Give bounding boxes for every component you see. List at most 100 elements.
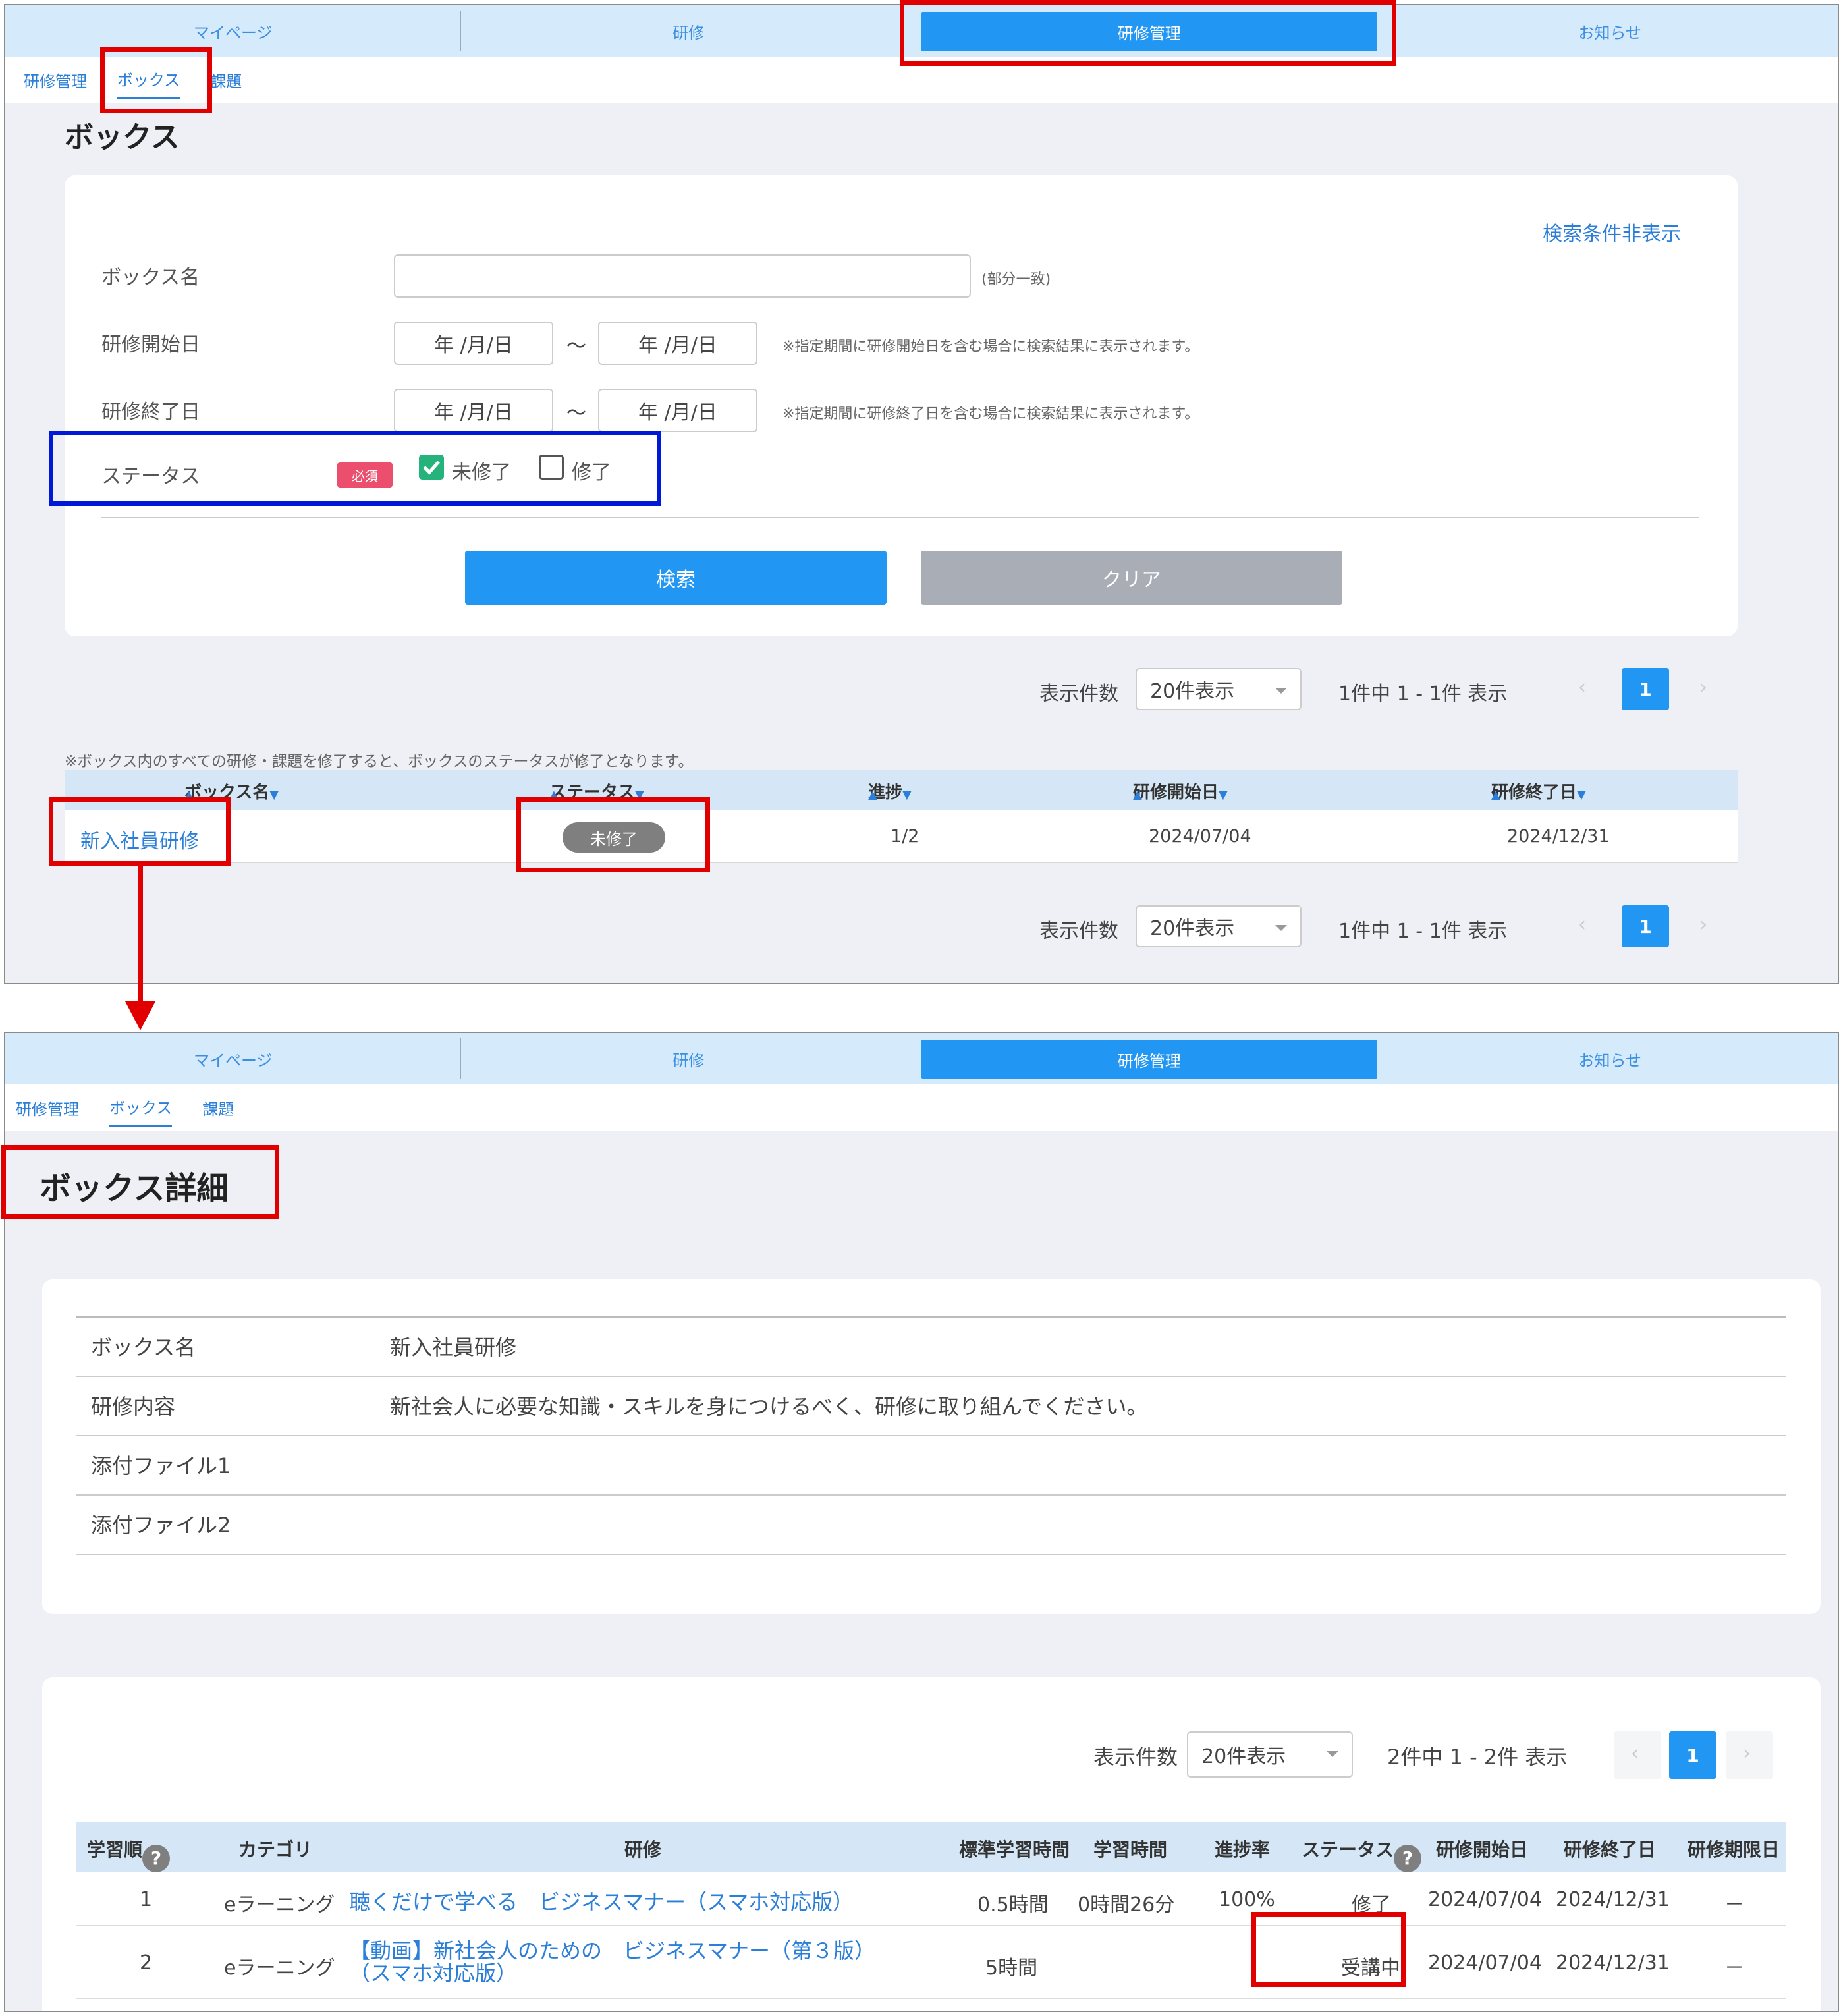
box-info-card: ボックス名 新入社員研修 研修内容 新社会人に必要な知識・スキルを身につけるべく… [42, 1279, 1821, 1614]
col-category: カテゴリ [238, 1839, 313, 1861]
tab-training[interactable]: 研修 [461, 1033, 917, 1084]
page-button[interactable]: 1 [1622, 668, 1669, 710]
rate-value: 100% [1219, 1888, 1275, 1911]
col-order: 学習順 ? [87, 1835, 171, 1872]
sort-up-icon: ▲ [1133, 788, 1142, 802]
subnav-training-management[interactable]: 研修管理 [24, 62, 87, 98]
highlight-row-status [1251, 1912, 1406, 1987]
end-date-from-placeholder: 年 /月/日 [434, 401, 513, 424]
order-value: 1 [140, 1888, 153, 1911]
prev-page-icon[interactable]: ‹ [1578, 676, 1586, 699]
tab-notices[interactable]: お知らせ [1383, 5, 1838, 57]
per-page-value: 20件表示 [1150, 917, 1235, 940]
time-value: 0時間26分 [1078, 1893, 1175, 1917]
next-page-icon[interactable]: › [1699, 913, 1707, 936]
col-deadline: 研修期限日 [1688, 1839, 1780, 1861]
help-icon[interactable]: ? [142, 1845, 171, 1872]
chevron-down-icon [1275, 688, 1287, 694]
highlight-detail-title [1, 1145, 279, 1219]
range-text: 1件中 1 - 1件 表示 [1338, 920, 1508, 943]
col-training: 研修 [624, 1839, 662, 1861]
chevron-down-icon [1327, 1751, 1338, 1757]
search-button[interactable]: 検索 [465, 551, 887, 605]
col-end-date-label: 研修終了日 [1491, 783, 1578, 802]
tab-mypage[interactable]: マイページ [5, 1033, 461, 1084]
col-start-date[interactable]: ▲ 研修開始日 ▼ [1133, 779, 1228, 803]
highlight-status-badge [516, 797, 710, 872]
highlight-tab-management [900, 0, 1396, 66]
end-date-to-placeholder: 年 /月/日 [638, 401, 717, 424]
end-date-from[interactable]: 年 /月/日 [394, 389, 553, 432]
subnav-assignments[interactable]: 課題 [202, 1090, 234, 1126]
label-box-name: ボックス名 [101, 266, 200, 289]
training-link-cont[interactable]: （スマホ対応版） [349, 1957, 517, 1987]
box-name-input[interactable] [394, 254, 971, 298]
next-page-icon: › [1743, 1742, 1751, 1765]
subnav-training-management[interactable]: 研修管理 [16, 1090, 79, 1126]
tilde: ～ [566, 335, 586, 358]
training-list-card: 表示件数 20件表示 2件中 1 - 2件 表示 ‹ 1 › 学習順 ? カテゴ… [42, 1677, 1821, 2011]
info-label: 添付ファイル2 [91, 1513, 231, 1538]
progress-value: 1/2 [891, 826, 920, 847]
end-date-to[interactable]: 年 /月/日 [598, 389, 757, 432]
sort-down-icon: ▼ [269, 788, 279, 802]
tab-mypage[interactable]: マイページ [5, 5, 461, 57]
highlight-subnav-box [100, 47, 212, 113]
per-page-value: 20件表示 [1201, 1745, 1286, 1768]
end-date-note: ※指定期間に研修終了日を含む場合に検索結果に表示されます。 [782, 406, 1199, 422]
sort-up-icon: ▲ [1491, 788, 1500, 802]
page-button[interactable]: 1 [1669, 1731, 1716, 1779]
status-rule-note: ※ボックス内のすべての研修・課題を修了すると、ボックスのステータスが修了となりま… [65, 753, 694, 770]
range-text: 1件中 1 - 1件 表示 [1338, 683, 1508, 706]
per-page-label: 表示件数 [1093, 1745, 1178, 1770]
next-page-icon[interactable]: › [1699, 676, 1707, 699]
toggle-search-link[interactable]: 検索条件非表示 [1543, 217, 1681, 246]
col-time: 学習時間 [1093, 1839, 1168, 1861]
per-page-select[interactable]: 20件表示 [1187, 1731, 1353, 1778]
page-button[interactable]: 1 [1622, 905, 1669, 947]
next-page-button[interactable]: › [1726, 1731, 1773, 1779]
tab-training[interactable]: 研修 [461, 5, 917, 57]
start-date-to[interactable]: 年 /月/日 [598, 322, 757, 365]
per-page-label: 表示件数 [1039, 683, 1118, 706]
col-end: 研修終了日 [1564, 1839, 1657, 1861]
subnav-assignments[interactable]: 課題 [210, 62, 242, 98]
training-link[interactable]: 聴くだけで学べる ビジネスマナー（スマホ対応版） [349, 1886, 854, 1916]
search-panel: 検索条件非表示 ボックス名 (部分一致) 研修開始日 年 /月/日 ～ 年 /月… [65, 175, 1738, 636]
subnav-box[interactable]: ボックス [109, 1088, 173, 1127]
clear-button[interactable]: クリア [921, 551, 1342, 605]
category-value: eラーニング [224, 1957, 335, 1980]
col-progress[interactable]: ▲ 進捗 ▼ [868, 779, 912, 803]
training-table-header: 学習順 ? カテゴリ 研修 標準学習時間 学習時間 進捗率 ステータス ? 研修… [76, 1822, 1786, 1872]
per-page-select[interactable]: 20件表示 [1136, 905, 1302, 947]
col-order-label: 学習順 [87, 1839, 143, 1861]
per-page-label: 表示件数 [1039, 920, 1118, 943]
help-icon[interactable]: ? [1394, 1845, 1422, 1872]
tab-notices[interactable]: お知らせ [1383, 1033, 1838, 1084]
deadline-value: － [1724, 1957, 1744, 1980]
col-rate: 進捗率 [1215, 1839, 1271, 1861]
prev-page-button[interactable]: ‹ [1614, 1731, 1661, 1779]
prev-page-icon: ‹ [1631, 1742, 1639, 1765]
start-date-from[interactable]: 年 /月/日 [394, 322, 553, 365]
col-end-date[interactable]: ▲ 研修終了日 ▼ [1491, 779, 1586, 803]
per-page-select[interactable]: 20件表示 [1136, 668, 1302, 710]
table-row: 新入社員研修 未修了 1/2 2024/07/04 2024/12/31 [65, 810, 1738, 863]
top-nav: マイページ 研修 研修管理 お知らせ [5, 1033, 1838, 1084]
prev-page-icon[interactable]: ‹ [1578, 913, 1586, 936]
start-value: 2024/07/04 [1428, 1888, 1542, 1911]
tab-training-management[interactable]: 研修管理 [921, 1040, 1377, 1079]
deadline-value: － [1724, 1893, 1744, 1917]
label-end-date: 研修終了日 [101, 401, 200, 424]
sub-nav: 研修管理 ボックス 課題 [5, 1084, 1838, 1131]
col-status: ステータス ? [1302, 1835, 1422, 1872]
std-time-value: 0.5時間 [977, 1893, 1049, 1917]
divider [101, 517, 1699, 518]
col-std-time: 標準学習時間 [959, 1839, 1070, 1861]
info-label: ボックス名 [91, 1335, 196, 1360]
start-value: 2024/07/04 [1428, 1951, 1542, 1974]
per-page-value: 20件表示 [1150, 680, 1235, 703]
end-date-value: 2024/12/31 [1507, 826, 1610, 847]
end-value: 2024/12/31 [1556, 1888, 1670, 1911]
col-start: 研修開始日 [1436, 1839, 1529, 1861]
